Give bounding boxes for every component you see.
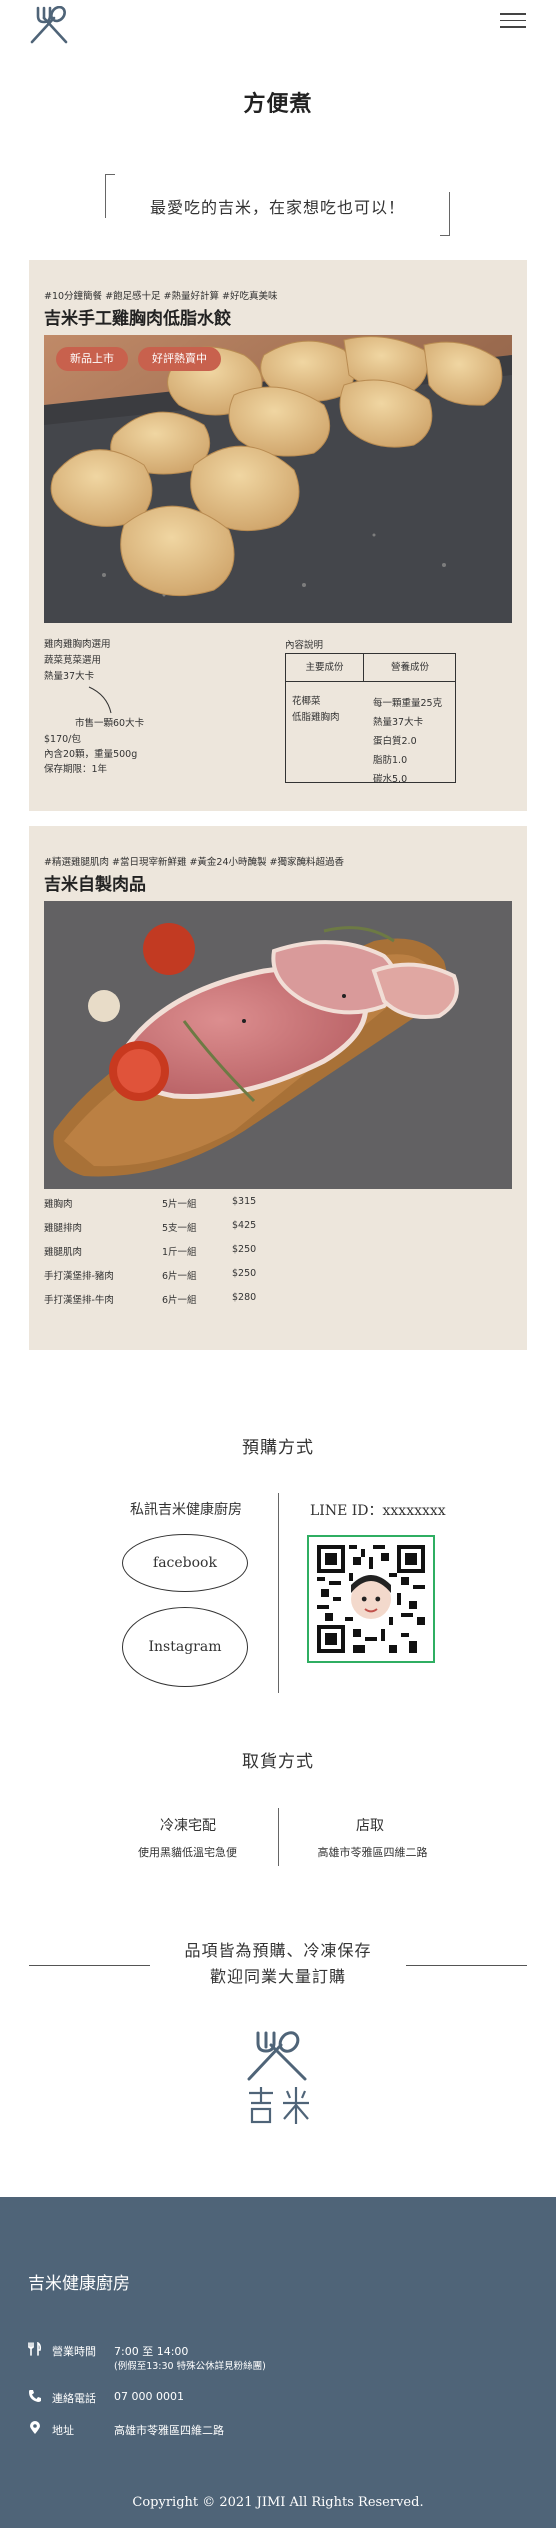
facebook-button[interactable]: facebook (122, 1534, 248, 1592)
address-value: 高雄市苓雅區四維二路 (114, 2424, 224, 2437)
fork-spoon-logo-icon[interactable] (28, 6, 70, 44)
price-line: 內含20顆，重量500g (44, 749, 138, 760)
page-title: 方便煮 (243, 91, 313, 117)
hours-note: (例假至13:30 特殊公休詳見粉絲團) (114, 2361, 266, 2372)
instagram-button[interactable]: Instagram (122, 1607, 248, 1687)
nutrition-item: 蛋白質2.0 (373, 736, 417, 747)
item-qty: 6片一組 (162, 1271, 197, 1282)
item-price: $250 (232, 1244, 257, 1255)
meat-photo (44, 901, 512, 1189)
product-title: 吉米自製肉品 (44, 875, 146, 895)
item-qty: 5片一組 (162, 1199, 197, 1210)
nutrition-table: 主要成份 營養成份 花椰菜 低脂雞胸肉 每一顆重量25克 熱量37大卡 蛋白質2… (285, 653, 456, 785)
price-line: $170/包 (44, 734, 81, 745)
order-dm-title: 私訊吉米健康廚房 (130, 1502, 242, 1518)
pickup-store-text: 高雄市苓雅區四維二路 (317, 1846, 428, 1859)
divider (278, 1808, 279, 1866)
line-qr-code[interactable] (307, 1535, 435, 1663)
item-name: 手打漢堡排-豬肉 (44, 1271, 114, 1282)
desc-line: 熱量37大卡 (44, 671, 95, 682)
market-comparison: 市售一顆60大卡 (75, 718, 145, 729)
product-description: 雞肉雞胸肉選用 蔬菜莧菜選用 熱量37大卡 (44, 637, 111, 685)
hours-label: 營業時間 (52, 2345, 96, 2358)
table-row: 手打漢堡排-豬肉 6片一組 $250 (44, 1268, 304, 1284)
dumplings-photo: 新品上市 好評熱賣中 (44, 335, 512, 623)
table-row: 雞腿排肉 5支一組 $425 (44, 1220, 304, 1236)
map-pin-icon (30, 2421, 40, 2434)
hot-sale-badge: 好評熱賣中 (138, 347, 221, 371)
nutrition-item: 熱量37大卡 (373, 717, 424, 728)
phone-icon (29, 2390, 41, 2402)
hours-value: 7:00 至 14:00 (114, 2345, 189, 2358)
copyright: Copyright © 2021 JIMI All Rights Reserve… (132, 2495, 424, 2510)
pickup-store-title: 店取 (356, 1818, 384, 1834)
pickup-delivery-title: 冷凍宅配 (160, 1818, 216, 1834)
table-header: 營養成份 (364, 654, 456, 682)
order-section-title: 預購方式 (242, 1438, 314, 1458)
curve-line-icon (88, 686, 112, 714)
nutrition-item: 每一顆重量25克 (373, 698, 443, 709)
price-line: 保存期限：1年 (44, 764, 108, 775)
divider (278, 1493, 279, 1693)
item-price: $250 (232, 1268, 257, 1279)
pickup-delivery-text: 使用黑貓低溫宅急便 (138, 1846, 237, 1859)
desc-line: 雞肉雞胸肉選用 (44, 639, 111, 650)
brand-logo-icon (247, 2031, 309, 2124)
line-id: LINE ID：xxxxxxxx (310, 1503, 446, 1519)
price-info: $170/包 內含20顆，重量500g 保存期限：1年 (44, 732, 137, 777)
new-badge: 新品上市 (56, 347, 128, 371)
product-tags: #10分鐘簡餐 #飽足感十足 #熱量好計算 #好吃真美味 (44, 291, 278, 302)
fork-knife-icon (28, 2342, 42, 2356)
notice-line: 歡迎同業大量訂購 (209, 1967, 346, 1986)
table-row: 手打漢堡排-牛肉 6片一組 $280 (44, 1292, 304, 1308)
item-qty: 5支一組 (162, 1223, 197, 1234)
item-name: 雞腿肌肉 (44, 1247, 83, 1258)
content-label: 內容說明 (285, 640, 324, 651)
item-qty: 1斤一組 (162, 1247, 197, 1258)
item-name: 雞胸肉 (44, 1199, 73, 1210)
tagline-frame: 最愛吃的吉米，在家想吃也可以！ (105, 174, 450, 236)
item-price: $315 (232, 1196, 257, 1207)
ingredient: 花椰菜 (292, 696, 321, 707)
product-card-meat: #精選雞腿肌肉 #當日現宰新鮮雞 #黃金24小時醃製 #獨家醃料超過香 吉米自製… (29, 826, 527, 1350)
product-tags: #精選雞腿肌肉 #當日現宰新鮮雞 #黃金24小時醃製 #獨家醃料超過香 (44, 857, 344, 868)
footer-brand: 吉米健康廚房 (28, 2274, 130, 2294)
table-row: 雞胸肉 5片一組 $315 (44, 1196, 304, 1212)
ingredient: 低脂雞胸肉 (292, 712, 340, 723)
item-name: 雞腿排肉 (44, 1223, 83, 1234)
nutrition-values: 每一顆重量25克 熱量37大卡 蛋白質2.0 脂肪1.0 碳水5.0 (373, 694, 442, 789)
table-row: 雞腿肌肉 1斤一組 $250 (44, 1244, 304, 1260)
item-qty: 6片一組 (162, 1295, 197, 1306)
footer: 吉米健康廚房 營業時間 7:00 至 14:00 (例假至13:30 特殊公休詳… (0, 2197, 556, 2528)
item-price: $280 (232, 1292, 257, 1303)
tagline: 最愛吃的吉米，在家想吃也可以！ (149, 198, 405, 217)
pickup-section-title: 取貨方式 (242, 1752, 314, 1772)
item-price: $425 (232, 1220, 257, 1231)
nutrition-item: 碳水5.0 (373, 774, 408, 785)
notice-text: 品項皆為預購、冷凍保存 歡迎同業大量訂購 (0, 1938, 556, 1990)
product-card-dumplings: #10分鐘簡餐 #飽足感十足 #熱量好計算 #好吃真美味 吉米手工雞胸肉低脂水餃 (29, 260, 527, 811)
phone-label: 連絡電話 (52, 2392, 96, 2405)
nutrition-item: 脂肪1.0 (373, 755, 408, 766)
product-title: 吉米手工雞胸肉低脂水餃 (44, 309, 231, 329)
address-label: 地址 (52, 2424, 74, 2437)
item-name: 手打漢堡排-牛肉 (44, 1295, 114, 1306)
desc-line: 蔬菜莧菜選用 (44, 655, 102, 666)
hamburger-menu-icon[interactable] (500, 8, 526, 34)
table-header: 主要成份 (286, 654, 364, 682)
phone-value[interactable]: 07 000 0001 (114, 2390, 184, 2403)
main-ingredients: 花椰菜 低脂雞胸肉 (292, 694, 340, 726)
notice-line: 品項皆為預購、冷凍保存 (184, 1941, 372, 1960)
